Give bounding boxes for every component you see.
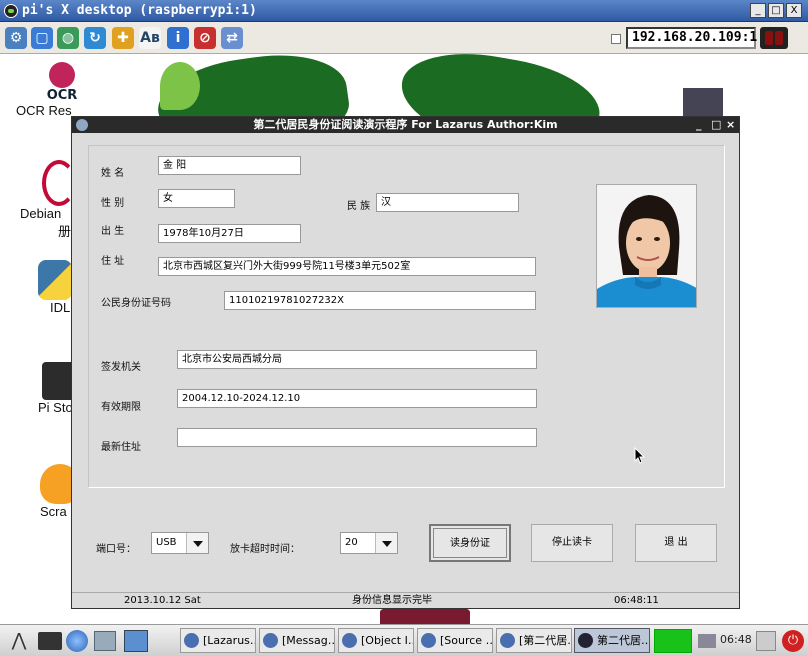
wallpaper-dark-element [683, 88, 723, 116]
python-icon [38, 260, 72, 300]
new-window-icon[interactable]: ▢ [31, 27, 53, 49]
globe-refresh-icon[interactable]: ◍ [57, 27, 79, 49]
validity-label: 有效期限 [101, 402, 141, 413]
port-select-value: USB [156, 537, 177, 548]
text-abc-icon[interactable]: Aʙ [139, 27, 161, 49]
ocr-logo: OCR [46, 88, 78, 103]
validity-field[interactable]: 2004.12.10-2024.12.10 [177, 389, 537, 408]
timeout-label: 放卡超时时间： [230, 544, 300, 555]
chevron-down-icon[interactable] [186, 533, 208, 553]
taskbar-item-messages[interactable]: [Messag… [259, 628, 335, 653]
stop-read-button[interactable]: 停止读卡 [531, 524, 613, 562]
transfer-icon[interactable]: ⇄ [221, 27, 243, 49]
vnc-maximize-button[interactable]: □ [768, 3, 784, 18]
windows-switch-icon[interactable] [94, 631, 116, 651]
taskbar: ⋀ [Lazarus… [Messag… [Object I… [Source … [0, 624, 808, 656]
mouse-cursor-icon [634, 447, 646, 464]
birth-field[interactable]: 1978年10月27日 [158, 224, 301, 243]
taskbar-item-source-editor[interactable]: [Source … [417, 628, 493, 653]
info-icon[interactable]: i [167, 27, 189, 49]
status-time: 06:48:11 [614, 595, 659, 606]
read-id-button[interactable]: 读身份证 [429, 524, 511, 562]
address-label: 住 址 [101, 256, 125, 267]
ethnicity-label: 民 族 [347, 201, 371, 212]
vnc-close-button[interactable]: X [786, 3, 802, 18]
wallpaper-drop-icon [160, 62, 200, 110]
browser-globe-icon[interactable] [66, 630, 88, 652]
port-label: 端口号： [96, 544, 136, 555]
refresh-icon[interactable]: ↻ [84, 27, 106, 49]
taskbar-item-label: [Lazarus… [203, 634, 256, 647]
lazarus-icon [184, 633, 199, 648]
connection-options-icon[interactable]: ⚙ [5, 27, 27, 49]
taskbar-item-label: [第二代居… [519, 634, 571, 647]
new-address-label: 最新住址 [101, 442, 141, 453]
server-address-field[interactable]: 192.168.20.109:1 [626, 27, 757, 49]
address-field[interactable]: 北京市西城区复兴门外大街999号院11号楼3单元502室 [158, 257, 536, 276]
taskbar-item-label: [Messag… [282, 634, 335, 647]
app-title-bar: 第二代居民身份证阅读演示程序 For Lazarus Author:Kim _ … [72, 117, 739, 133]
ethnicity-field[interactable]: 汉 [376, 193, 519, 212]
taskbar-clock: 06:48 [720, 633, 752, 646]
terminal-icon[interactable] [38, 632, 62, 650]
name-field[interactable]: 金 阳 [158, 156, 301, 175]
cpu-monitor-icon [654, 629, 692, 653]
taskbar-item-lazarus[interactable]: [Lazarus… [180, 628, 256, 653]
led-right [775, 31, 783, 45]
id-reader-window: 第二代居民身份证阅读演示程序 For Lazarus Author:Kim _ … [71, 116, 740, 609]
ip-checkbox[interactable] [611, 34, 621, 44]
menu-launcher-icon[interactable]: ⋀ [4, 629, 34, 653]
id-info-panel: 姓 名 金 阳 性 别 女 民 族 汉 出 生 1978年10月27日 住 址 … [88, 145, 725, 488]
desktop-pager-icon[interactable] [124, 630, 148, 652]
gender-label: 性 别 [101, 198, 125, 209]
port-select[interactable]: USB [151, 532, 209, 554]
gender-field[interactable]: 女 [158, 189, 235, 208]
authority-label: 签发机关 [101, 362, 141, 373]
app-icon [76, 119, 88, 131]
taskbar-item-form[interactable]: [第二代居… [496, 628, 572, 653]
lazarus-icon [342, 633, 357, 648]
network-icon [698, 634, 716, 648]
desktop-icon-ocr[interactable]: OCR OCR Res [12, 62, 112, 118]
lazarus-icon [263, 633, 278, 648]
taskbar-item-label: [Object I… [361, 634, 414, 647]
led-left [765, 31, 773, 45]
id-photo [596, 184, 697, 308]
status-message: 身份信息显示完毕 [352, 595, 432, 606]
taskbar-item-label: [Source … [440, 634, 493, 647]
portrait-image [597, 185, 696, 307]
taskbar-item-label: 第二代居… [597, 634, 650, 647]
raspberry-icon [49, 62, 75, 88]
timeout-select[interactable]: 20 [340, 532, 398, 554]
app-window-title: 第二代居民身份证阅读演示程序 For Lazarus Author:Kim [253, 118, 558, 131]
id-number-field[interactable]: 11010219781027232X [224, 291, 536, 310]
name-label: 姓 名 [101, 168, 125, 179]
exit-button[interactable]: 退 出 [635, 524, 717, 562]
authority-field[interactable]: 北京市公安局西城分局 [177, 350, 537, 369]
id-number-label: 公民身份证号码 [101, 298, 171, 309]
vnc-minimize-button[interactable]: _ [750, 3, 766, 18]
lazarus-icon [500, 633, 515, 648]
disconnect-icon[interactable]: ⊘ [194, 27, 216, 49]
vnc-title-bar: pi's X desktop (raspberrypi:1) _ □ X [0, 0, 808, 22]
chevron-down-icon[interactable] [375, 533, 397, 553]
app-maximize-button[interactable]: □ [711, 117, 721, 133]
vnc-app-icon [4, 4, 18, 18]
app-close-button[interactable]: × [726, 117, 735, 133]
power-icon[interactable]: ⏻ [782, 630, 804, 652]
taskbar-item-object-inspector[interactable]: [Object I… [338, 628, 414, 653]
lock-screen-icon[interactable] [756, 631, 776, 651]
puzzle-icon[interactable]: ✚ [112, 27, 134, 49]
app-minimize-button[interactable]: _ [696, 117, 702, 133]
new-address-field[interactable] [177, 428, 537, 447]
lazarus-icon [421, 633, 436, 648]
timeout-select-value: 20 [345, 537, 358, 548]
status-leds [760, 27, 788, 49]
app-icon [578, 633, 593, 648]
taskbar-item-id-reader[interactable]: 第二代居… [574, 628, 650, 653]
vnc-window-title: pi's X desktop (raspberrypi:1) [22, 3, 257, 18]
status-bar: 2013.10.12 Sat 身份信息显示完毕 06:48:11 [72, 592, 739, 608]
birth-label: 出 生 [101, 226, 125, 237]
status-date: 2013.10.12 Sat [124, 595, 201, 606]
